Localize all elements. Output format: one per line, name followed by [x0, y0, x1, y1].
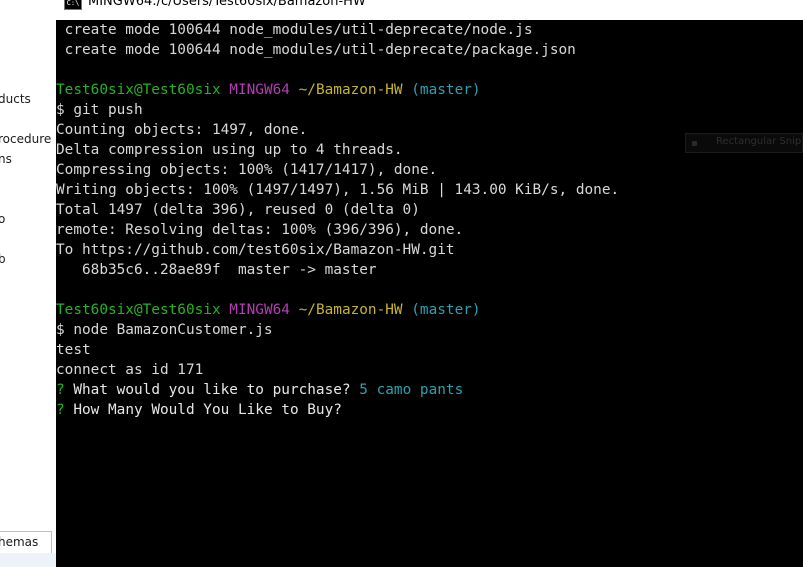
- screen: ducts rocedure ns o b hemas C:\ MINGW64:…: [0, 0, 803, 567]
- terminal-line: To https://github.com/test60six/Bamazon-…: [56, 242, 455, 258]
- terminal-line: 68b35c6..28ae89f master -> master: [56, 262, 377, 278]
- prompt-user: Test60six@Test60six: [56, 82, 221, 98]
- prompt-branch: (master): [411, 82, 481, 98]
- terminal-line: Delta compression using up to 4 threads.: [56, 142, 403, 158]
- prompt-path: ~/Bamazon-HW: [298, 302, 403, 318]
- terminal-window[interactable]: C:\ MINGW64:/c/Users/Test60six/Bamazon-H…: [56, 0, 803, 567]
- terminal-line: $ git push: [56, 102, 143, 118]
- question-text: What would you like to purchase?: [73, 382, 351, 398]
- prompt-branch: (master): [411, 302, 481, 318]
- terminal-line: remote: Resolving deltas: 100% (396/396)…: [56, 222, 464, 238]
- terminal-question-line: ? How Many Would You Like to Buy?: [56, 400, 342, 420]
- background-app-panel: ducts rocedure ns o b hemas: [0, 0, 56, 567]
- question-answer: 5 camo pants: [359, 382, 464, 398]
- terminal-line: connect as id 171: [56, 362, 204, 378]
- snip-tooltip: Rectangular Snip: [685, 133, 803, 153]
- snip-icon: [692, 141, 697, 146]
- background-tab-label: hemas: [0, 535, 39, 549]
- terminal-line: Writing objects: 100% (1497/1497), 1.56 …: [56, 182, 620, 198]
- question-mark: ?: [56, 402, 65, 418]
- terminal-line: Total 1497 (delta 396), reused 0 (delta …: [56, 202, 420, 218]
- prompt-user: Test60six@Test60six: [56, 302, 221, 318]
- terminal-prompt-line: Test60six@Test60six MINGW64 ~/Bamazon-HW…: [56, 300, 481, 320]
- terminal-line: create mode 100644 node_modules/util-dep…: [56, 42, 576, 58]
- background-item[interactable]: rocedure: [0, 132, 51, 146]
- window-title: MINGW64:/c/Users/Test60six/Bamazon-HW: [88, 0, 366, 9]
- terminal-question-line: ? What would you like to purchase? 5 cam…: [56, 380, 463, 400]
- terminal-line: create mode 100644 node_modules/util-dep…: [56, 22, 533, 38]
- background-item[interactable]: b: [0, 252, 6, 266]
- background-tab-schemas[interactable]: hemas: [0, 531, 52, 553]
- terminal-prompt-line: Test60six@Test60six MINGW64 ~/Bamazon-HW…: [56, 80, 481, 100]
- background-item[interactable]: ns: [0, 152, 12, 166]
- background-item[interactable]: o: [0, 212, 5, 226]
- snip-tooltip-label: Rectangular Snip: [716, 136, 802, 147]
- question-mark: ?: [56, 382, 65, 398]
- window-titlebar[interactable]: C:\ MINGW64:/c/Users/Test60six/Bamazon-H…: [56, 0, 803, 20]
- prompt-system: MINGW64: [229, 82, 290, 98]
- question-text: How Many Would You Like to Buy?: [73, 402, 342, 418]
- terminal-icon[interactable]: C:\: [64, 0, 82, 10]
- background-status-strip: [0, 553, 56, 567]
- terminal-line: Counting objects: 1497, done.: [56, 122, 308, 138]
- background-item[interactable]: ducts: [0, 92, 31, 106]
- prompt-system: MINGW64: [229, 302, 290, 318]
- terminal-line: test: [56, 342, 91, 358]
- terminal-output[interactable]: create mode 100644 node_modules/util-dep…: [56, 20, 803, 567]
- prompt-path: ~/Bamazon-HW: [298, 82, 403, 98]
- terminal-line: $ node BamazonCustomer.js: [56, 322, 273, 338]
- terminal-line: Compressing objects: 100% (1417/1417), d…: [56, 162, 438, 178]
